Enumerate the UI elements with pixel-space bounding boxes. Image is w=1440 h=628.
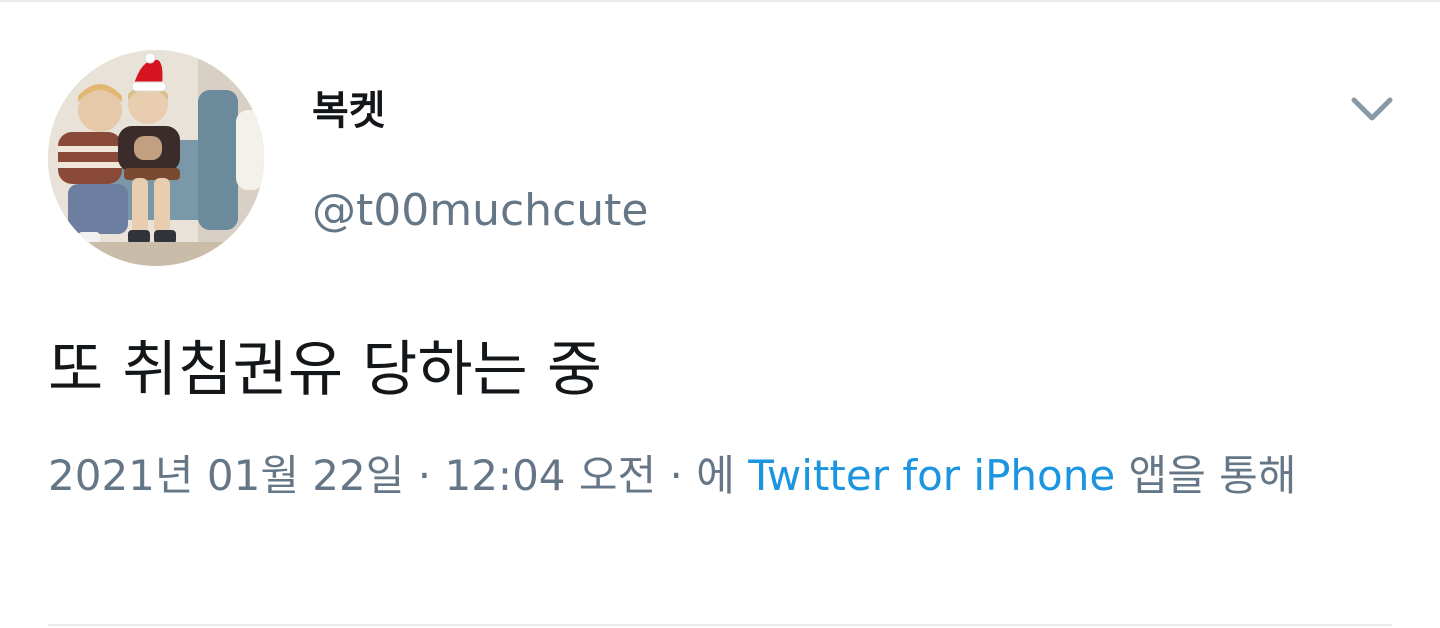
santa-hat-icon [131,52,167,92]
tweet-text: 또 취침권유 당하는 중 [48,335,603,405]
user-handle[interactable]: @t00muchcute [312,184,648,238]
meta-separator: · [656,451,697,500]
bottom-divider [48,624,1392,626]
top-divider [0,0,1440,2]
via-suffix: 앱을 통해 [1115,451,1297,500]
tweet-time[interactable]: 12:04 오전 [444,451,656,500]
chevron-down-icon[interactable] [1340,88,1404,132]
tweet-meta: 2021년 01월 22일 · 12:04 오전 · 에 Twitter for… [48,444,1400,508]
tweet-date[interactable]: 2021년 01월 22일 [48,451,404,500]
via-prefix: 에 [696,451,749,500]
source-link[interactable]: Twitter for iPhone [748,451,1115,500]
meta-separator: · [404,451,445,500]
display-name[interactable]: 복켓 [312,86,386,136]
